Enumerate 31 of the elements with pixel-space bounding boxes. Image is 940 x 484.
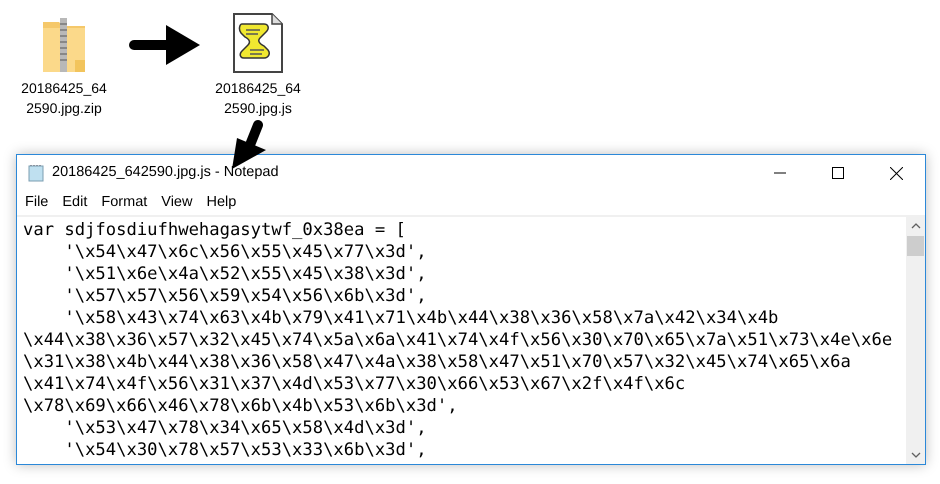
- code-line: '\x57\x57\x56\x59\x54\x56\x6b\x3d',: [63, 286, 427, 306]
- scrollbar[interactable]: [906, 217, 925, 464]
- code-line: '\x54\x30\x78\x57\x53\x33\x6b\x3d',: [63, 440, 427, 460]
- file-name: 20186425_64: [21, 79, 107, 98]
- zipped-folder-icon[interactable]: [41, 16, 87, 74]
- code-line: '\x51\x6e\x4a\x52\x55\x45\x38\x3d',: [63, 264, 427, 284]
- arrow-icon: [128, 24, 200, 66]
- window-title: 20186425_642590.jpg.js - Notepad: [52, 163, 279, 182]
- close-icon[interactable]: [890, 166, 902, 180]
- code-line: \x44\x38\x36\x57\x32\x45\x74\x5a\x6a\x41\x74\x4f\x56\x30\x70\x65\x7a\x51\x73\x4e\x6e: [23, 330, 892, 350]
- menu-item[interactable]: File: [24, 192, 50, 214]
- scroll-up-icon[interactable]: [910, 223, 920, 229]
- menu-item[interactable]: Format: [100, 192, 148, 214]
- code-line: '\x54\x47\x6c\x56\x55\x45\x77\x3d',: [63, 242, 427, 262]
- code-line: '\x53\x47\x78\x34\x65\x58\x4d\x3d',: [63, 418, 427, 438]
- code-line: \x78\x69\x66\x46\x78\x6b\x4b\x53\x6b\x3d',: [23, 396, 458, 416]
- file-name: 2590.jpg.js: [224, 99, 292, 118]
- file-name: 2590.jpg.zip: [26, 99, 102, 118]
- file-name: 20186425_64: [215, 79, 301, 98]
- scroll-down-icon[interactable]: [910, 452, 920, 458]
- scrollbar-thumb[interactable]: [907, 236, 924, 256]
- code-line: \x41\x74\x4f\x56\x31\x37\x4d\x53\x77\x30\x66\x53\x67\x2f\x4f\x6c: [23, 374, 686, 394]
- menu-item[interactable]: Edit: [61, 192, 88, 214]
- menu-item[interactable]: Help: [205, 192, 238, 214]
- menu-item[interactable]: View: [160, 192, 194, 214]
- code-line: var sdjfosdiufhwehagasytwf_0x38ea = [: [23, 220, 406, 240]
- maximize-icon[interactable]: [832, 167, 844, 179]
- notepad-icon: [27, 164, 45, 182]
- code-line: \x31\x38\x4b\x44\x38\x36\x58\x47\x4a\x38\x58\x47\x51\x70\x57\x32\x45\x74\x65\x6a: [23, 352, 851, 372]
- code-line: '\x58\x43\x74\x63\x4b\x79\x41\x71\x4b\x44\x38\x36\x58\x7a\x42\x34\x4b: [63, 308, 778, 328]
- script-file-icon[interactable]: [232, 12, 284, 74]
